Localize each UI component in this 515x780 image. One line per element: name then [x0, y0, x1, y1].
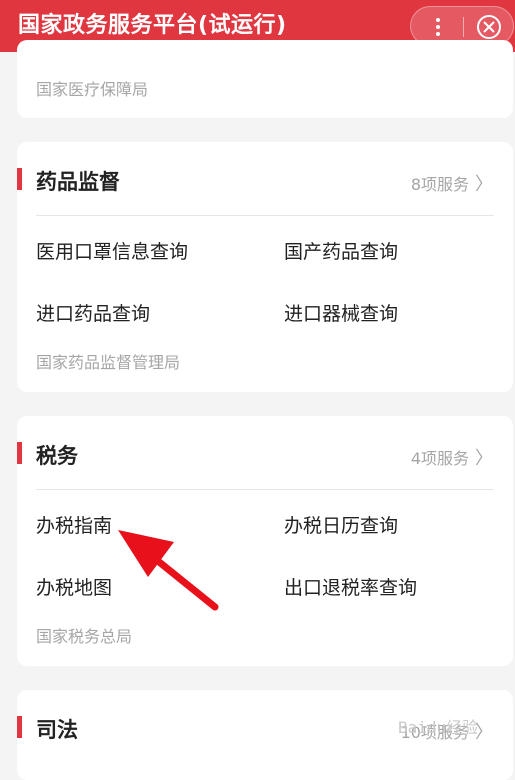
service-item-export-rebate-query[interactable]: 出口退税率查询	[284, 573, 417, 600]
section-divider	[36, 489, 494, 490]
section-accent-bar	[17, 442, 22, 464]
section-title: 药品监督	[36, 170, 120, 194]
section-title: 司法	[36, 718, 78, 742]
service-count: 8项服务	[410, 175, 469, 194]
section-accent-bar	[17, 716, 22, 738]
service-item-tax-map[interactable]: 办税地图	[36, 573, 112, 600]
service-card-drug-supervision: 药品监督 8项服务〉 医用口罩信息查询 国产药品查询 进口药品查询 进口器械查询…	[17, 142, 513, 392]
section-divider	[36, 215, 494, 216]
service-card-medical-insurance: 国家医疗保障局	[17, 40, 513, 118]
agency-label: 国家药品监督管理局	[36, 353, 181, 372]
watermark-logo: Baidu经验	[398, 718, 479, 737]
service-item-domestic-drug-query[interactable]: 国产药品查询	[284, 237, 398, 264]
more-dots-icon	[436, 32, 440, 36]
chevron-right-icon: 〉	[475, 448, 493, 469]
chevron-right-icon: 〉	[475, 174, 493, 195]
section-count-link[interactable]: 4项服务〉	[411, 444, 493, 470]
agency-label: 国家医疗保障局	[36, 80, 149, 99]
service-count: 4项服务	[410, 449, 469, 468]
section-title: 税务	[36, 444, 78, 468]
service-item-mask-query[interactable]: 医用口罩信息查询	[36, 237, 188, 264]
service-item-import-device-query[interactable]: 进口器械查询	[284, 299, 398, 326]
service-item-tax-calendar[interactable]: 办税日历查询	[284, 511, 398, 538]
service-item-import-drug-query[interactable]: 进口药品查询	[36, 299, 150, 326]
agency-label: 国家税务总局	[36, 627, 133, 646]
more-dots-icon	[436, 18, 440, 22]
service-card-tax: 税务 4项服务〉 办税指南 办税日历查询 办税地图 出口退税率查询 国家税务总局	[17, 416, 513, 666]
section-count-link[interactable]: 8项服务〉	[411, 170, 493, 196]
more-dots-icon	[436, 25, 440, 29]
section-accent-bar	[17, 168, 22, 190]
service-item-tax-guide[interactable]: 办税指南	[36, 511, 112, 538]
